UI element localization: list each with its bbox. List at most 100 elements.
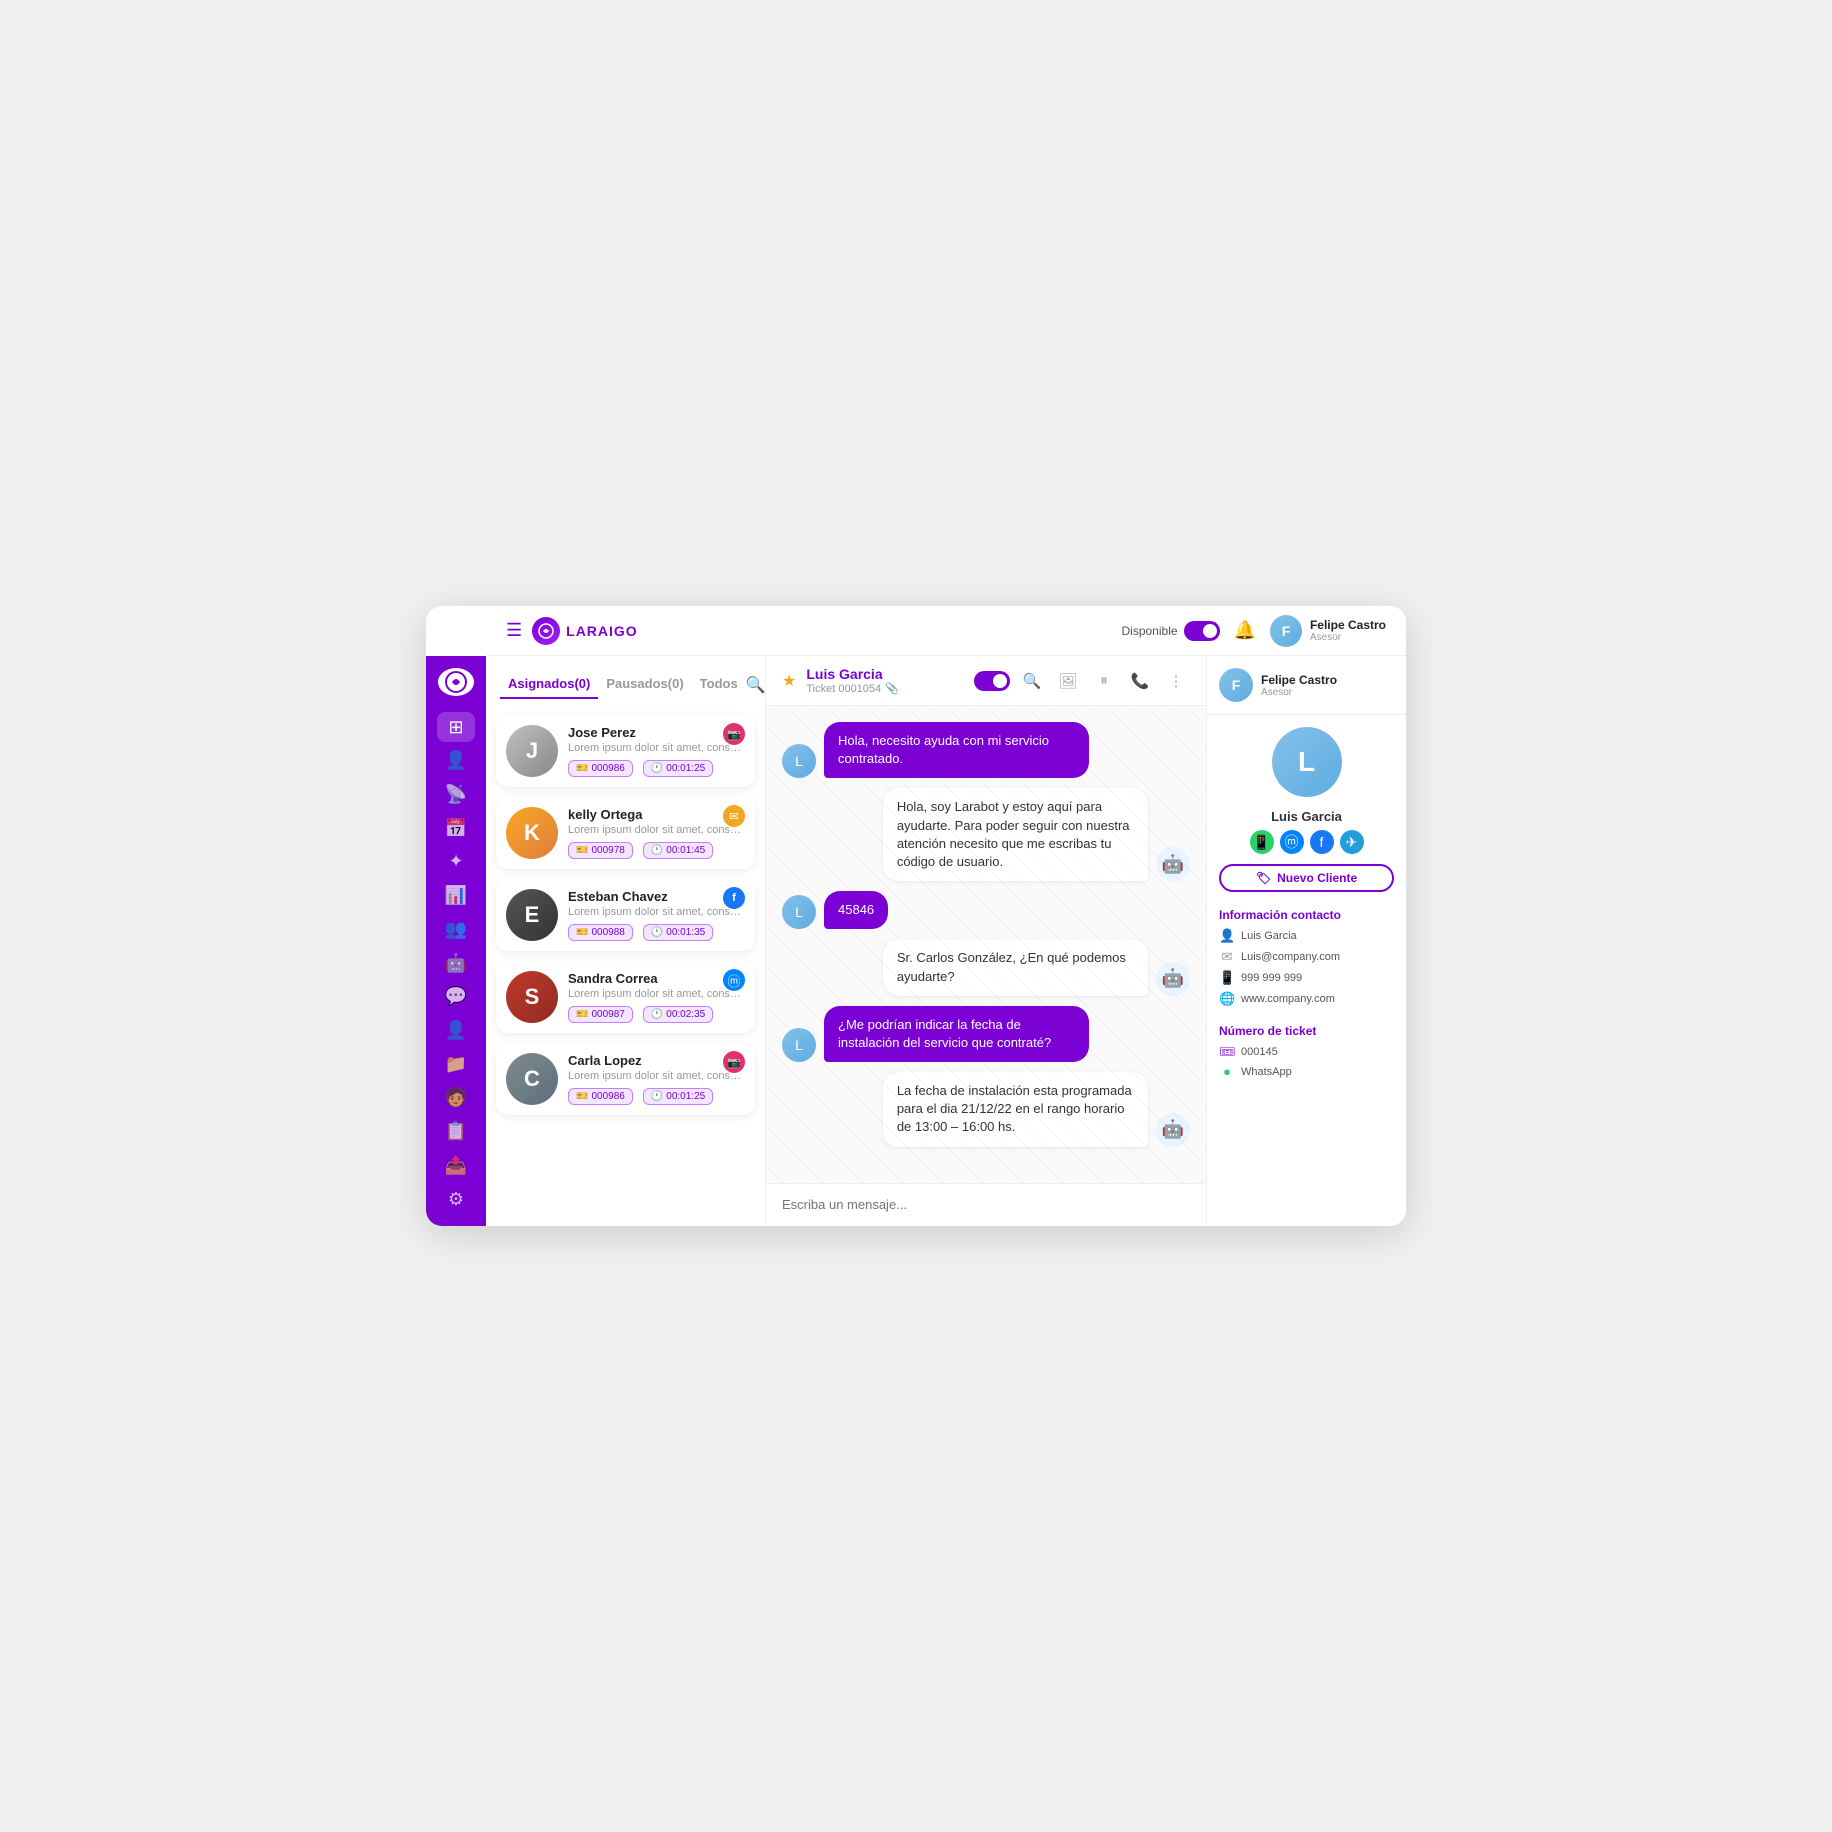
contact-card-carla[interactable]: C Carla Lopez Lorem ipsum dolor sit amet… bbox=[496, 1043, 755, 1115]
contact-search-icon[interactable]: 🔍 bbox=[746, 675, 766, 695]
contact-preview-carla: Lorem ipsum dolor sit amet, consecte. bbox=[568, 1070, 743, 1082]
chat-message-input[interactable] bbox=[782, 1197, 1190, 1212]
nav-icon-antenna[interactable]: 📡 bbox=[437, 780, 475, 810]
ticket-row-whatsapp: ● WhatsApp bbox=[1219, 1064, 1394, 1079]
ticket-row-number: 🎟 000145 bbox=[1219, 1044, 1394, 1060]
channel-badge-esteban: f bbox=[723, 887, 745, 909]
clock-icon: 🕐 bbox=[651, 763, 663, 774]
agent-name: Felipe Castro bbox=[1261, 673, 1337, 687]
msg-bubble-2: Hola, soy Larabot y estoy aquí para ayud… bbox=[883, 788, 1148, 881]
tab-assigned[interactable]: Asignados(0) bbox=[500, 670, 598, 699]
agent-name-role: Felipe Castro Asesor bbox=[1261, 673, 1337, 698]
nav-icon-apps[interactable]: ✦ bbox=[437, 847, 475, 877]
contact-name-kelly: kelly Ortega bbox=[568, 807, 743, 822]
nav-icon-export[interactable]: 📤 bbox=[437, 1151, 475, 1181]
contact-preview-kelly: Lorem ipsum dolor sit amet, consecte. bbox=[568, 824, 743, 836]
msg-row-1: L Hola, necesito ayuda con mi servicio c… bbox=[782, 722, 1190, 778]
contact-card-sandra[interactable]: S Sandra Correa Lorem ipsum dolor sit am… bbox=[496, 961, 755, 1033]
contact-list: J Jose Perez Lorem ipsum dolor sit amet,… bbox=[486, 709, 765, 1226]
bot-avatar-3: 🤖 bbox=[1156, 1113, 1190, 1147]
nav-icon-settings[interactable]: ⚙ bbox=[437, 1184, 475, 1214]
ticket-icon: 🎫 bbox=[576, 1091, 588, 1102]
nav-icon-calendar[interactable]: 📅 bbox=[437, 813, 475, 843]
disponible-toggle[interactable] bbox=[1184, 621, 1220, 641]
top-agent-info: Felipe Castro Asesor bbox=[1310, 618, 1386, 643]
contact-meta-sandra: 🎫 000987 🕐 00:02:35 bbox=[568, 1006, 743, 1023]
chat-search-icon[interactable]: 🔍 bbox=[1018, 667, 1046, 695]
info-row-phone: 📱 999 999 999 bbox=[1219, 970, 1394, 986]
nav-icon-chat-bubble[interactable]: 💬 bbox=[437, 982, 475, 1012]
ticket-section-title: Número de ticket bbox=[1219, 1024, 1394, 1038]
notification-icon[interactable]: 🔔 bbox=[1234, 620, 1256, 641]
contact-meta-esteban: 🎫 000988 🕐 00:01:35 bbox=[568, 924, 743, 941]
msg-bubble-4: Sr. Carlos González, ¿En qué podemos ayu… bbox=[883, 939, 1148, 995]
chat-more-icon[interactable]: ⋮ bbox=[1162, 667, 1190, 695]
msg-row-5: L ¿Me podrían indicar la fecha de instal… bbox=[782, 1006, 1190, 1062]
top-agent-role: Asesor bbox=[1310, 632, 1386, 643]
contact-time-esteban: 🕐 00:01:35 bbox=[643, 924, 713, 941]
disponible-label: Disponible bbox=[1122, 624, 1178, 638]
channel-telegram[interactable]: ✈ bbox=[1340, 830, 1364, 854]
hamburger-icon[interactable]: ☰ bbox=[506, 620, 522, 641]
contact-info-carla: Carla Lopez Lorem ipsum dolor sit amet, … bbox=[568, 1053, 743, 1105]
chat-toggle[interactable] bbox=[974, 671, 1010, 691]
bot-avatar-1: 🤖 bbox=[1156, 847, 1190, 881]
contact-card-kelly[interactable]: K kelly Ortega Lorem ipsum dolor sit ame… bbox=[496, 797, 755, 869]
msg-bubble-5: ¿Me podrían indicar la fecha de instalac… bbox=[824, 1006, 1089, 1062]
logo-icon bbox=[532, 617, 560, 645]
contact-info-jose: Jose Perez Lorem ipsum dolor sit amet, c… bbox=[568, 725, 743, 777]
nav-icon-users[interactable]: 👤 bbox=[437, 1016, 475, 1046]
contact-name-esteban: Esteban Chavez bbox=[568, 889, 743, 904]
nav-icon-team[interactable]: 👥 bbox=[437, 914, 475, 944]
top-navbar: ☰ LARAIGO Disponible 🔔 F Felipe Castro A… bbox=[486, 606, 1406, 656]
star-icon[interactable]: ★ bbox=[782, 671, 796, 691]
tab-all[interactable]: Todos bbox=[692, 670, 746, 699]
main-inner: ⊞ 👤 📡 📅 ✦ 📊 👥 🤖 💬 👤 📁 🧑 📋 📤 ⚙ bbox=[426, 656, 1406, 1226]
nav-icon-table[interactable]: 📋 bbox=[437, 1117, 475, 1147]
channel-badge-carla: 📷 bbox=[723, 1051, 745, 1073]
chat-header: ★ Luis Garcia Ticket 0001054 📎 🔍 🖼 ⏸ bbox=[766, 656, 1206, 706]
contact-meta-kelly: 🎫 000978 🕐 00:01:45 bbox=[568, 842, 743, 859]
contact-ticket-kelly: 🎫 000978 bbox=[568, 842, 633, 859]
agent-role: Asesor bbox=[1261, 687, 1337, 698]
nav-icon-contacts[interactable]: 👤 bbox=[437, 746, 475, 776]
attachment-icon: 📎 bbox=[885, 682, 899, 695]
nav-icon-reports[interactable]: 📊 bbox=[437, 881, 475, 911]
chat-header-actions: 🔍 🖼 ⏸ 📞 ⋮ bbox=[974, 667, 1190, 695]
chat-pause-icon[interactable]: ⏸ bbox=[1090, 667, 1118, 695]
nav-icon-person[interactable]: 🧑 bbox=[437, 1083, 475, 1113]
contact-preview-jose: Lorem ipsum dolor sit amet, consecte. bbox=[568, 742, 743, 754]
contact-name-carla: Carla Lopez bbox=[568, 1053, 743, 1068]
logo-text: LARAIGO bbox=[566, 623, 638, 639]
sidebar-logo bbox=[438, 668, 474, 696]
right-panel: F Felipe Castro Asesor L Luis Garcia 📱 ⓜ bbox=[1206, 656, 1406, 1226]
right-panel-header: F Felipe Castro Asesor bbox=[1207, 656, 1406, 715]
new-client-button[interactable]: 🏷 Nuevo Cliente bbox=[1219, 864, 1394, 892]
contact-info-esteban: Esteban Chavez Lorem ipsum dolor sit ame… bbox=[568, 889, 743, 941]
channel-messenger[interactable]: ⓜ bbox=[1280, 830, 1304, 854]
ticket-number: 000145 bbox=[1241, 1046, 1278, 1058]
tag-icon: 🏷 bbox=[1256, 871, 1271, 885]
contact-meta-carla: 🎫 000986 🕐 00:01:25 bbox=[568, 1088, 743, 1105]
info-web: www.company.com bbox=[1241, 993, 1335, 1005]
nav-icon-robot[interactable]: 🤖 bbox=[437, 948, 475, 978]
nav-icon-dashboard[interactable]: ⊞ bbox=[437, 712, 475, 742]
email-icon: ✉ bbox=[1219, 949, 1235, 965]
tab-paused[interactable]: Pausados(0) bbox=[598, 670, 691, 699]
contact-card-jose[interactable]: J Jose Perez Lorem ipsum dolor sit amet,… bbox=[496, 715, 755, 787]
chat-phone-icon[interactable]: 📞 bbox=[1126, 667, 1154, 695]
contact-avatar-carla: C bbox=[506, 1053, 558, 1105]
contact-info-sandra: Sandra Correa Lorem ipsum dolor sit amet… bbox=[568, 971, 743, 1023]
info-row-name: 👤 Luis Garcia bbox=[1219, 928, 1394, 944]
channel-badge-jose: 📷 bbox=[723, 723, 745, 745]
channel-whatsapp[interactable]: 📱 bbox=[1250, 830, 1274, 854]
info-phone: 999 999 999 bbox=[1241, 972, 1302, 984]
channel-badge-sandra: ⓜ bbox=[723, 969, 745, 991]
channel-facebook[interactable]: f bbox=[1310, 830, 1334, 854]
ticket-icon: 🎫 bbox=[576, 1009, 588, 1020]
contact-ticket-esteban: 🎫 000988 bbox=[568, 924, 633, 941]
chat-image-icon[interactable]: 🖼 bbox=[1054, 667, 1082, 695]
msg-row-6: 🤖 La fecha de instalación esta programad… bbox=[782, 1072, 1190, 1147]
contact-card-esteban[interactable]: E Esteban Chavez Lorem ipsum dolor sit a… bbox=[496, 879, 755, 951]
nav-icon-files[interactable]: 📁 bbox=[437, 1049, 475, 1079]
